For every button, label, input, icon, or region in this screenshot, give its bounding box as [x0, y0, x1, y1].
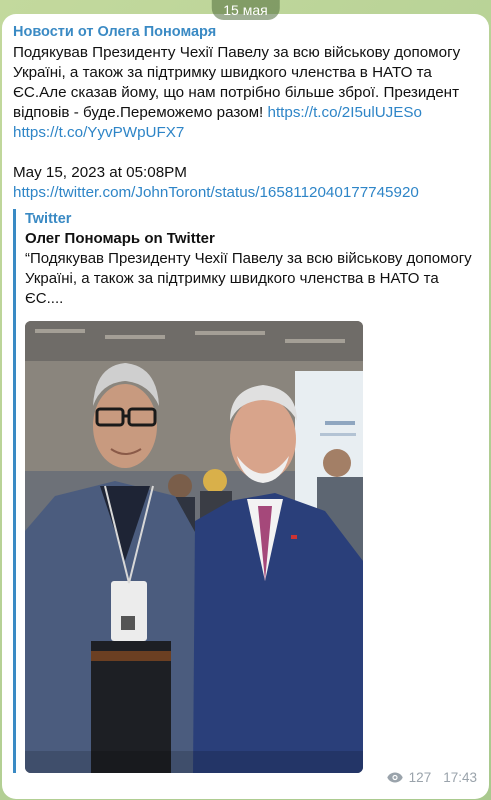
message-text: Подякував Президенту Чехії Павелу за всю… [13, 43, 477, 203]
photo-illustration [25, 321, 363, 773]
preview-title: Олег Пономарь on Twitter [25, 230, 215, 247]
message-bubble[interactable]: Новости от Олега Пономаря Подякував През… [2, 14, 489, 799]
view-count: 127 [408, 770, 432, 785]
message-timestamp: May 15, 2023 at 05:08PM [13, 164, 187, 181]
message-time: 17:43 [443, 770, 477, 785]
tweet-url-link[interactable]: https://twitter.com/JohnToront/status/16… [13, 184, 419, 201]
message-meta: 127 17:43 [386, 770, 477, 785]
preview-photo[interactable] [25, 321, 363, 773]
eye-icon [386, 772, 403, 783]
preview-description: “Подякував Президенту Чехії Павелу за вс… [25, 250, 472, 307]
message-link-1[interactable]: https://t.co/2I5ulUJESo [268, 104, 423, 121]
preview-site-name: Twitter [25, 211, 72, 227]
message-link-2[interactable]: https://t.co/YyvPWpUFX7 [13, 124, 184, 141]
date-separator: 15 мая [211, 0, 280, 20]
link-preview[interactable]: Twitter Олег Пономарь on Twitter “Подяку… [13, 209, 477, 773]
channel-name[interactable]: Новости от Олега Пономаря [13, 24, 477, 40]
